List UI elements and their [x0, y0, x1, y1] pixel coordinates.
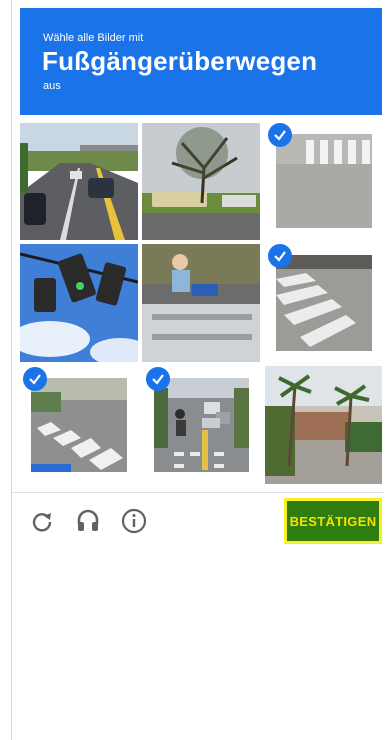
reload-icon [30, 509, 54, 538]
reload-button[interactable] [27, 508, 57, 538]
headphones-icon [75, 508, 101, 539]
image-tile-7[interactable] [31, 378, 127, 472]
info-button[interactable] [119, 508, 149, 538]
image-tile-4[interactable] [20, 244, 138, 362]
selected-checkmark-3 [268, 123, 292, 147]
instruction-keyword: Fußgängerüberwegen [42, 46, 318, 76]
instruction-line3: aus [43, 80, 61, 92]
image-tile-3[interactable] [276, 134, 372, 228]
image-tile-5[interactable] [142, 244, 260, 362]
controls-divider [12, 492, 384, 493]
image-tile-9[interactable] [265, 366, 382, 484]
instruction-header: Wähle alle Bilder mit Fußgängerüberwegen… [20, 8, 382, 115]
selected-checkmark-7 [23, 367, 47, 391]
selected-checkmark-6 [268, 244, 292, 268]
image-tile-8[interactable] [154, 378, 249, 472]
image-tile-1[interactable] [20, 123, 138, 240]
info-icon [121, 508, 147, 539]
verify-button[interactable]: BESTÄTIGEN [284, 498, 382, 544]
selected-checkmark-8 [146, 367, 170, 391]
image-tile-2[interactable] [142, 123, 260, 240]
instruction-line1: Wähle alle Bilder mit [43, 32, 144, 44]
image-tile-6[interactable] [276, 255, 372, 351]
audio-button[interactable] [73, 508, 103, 538]
